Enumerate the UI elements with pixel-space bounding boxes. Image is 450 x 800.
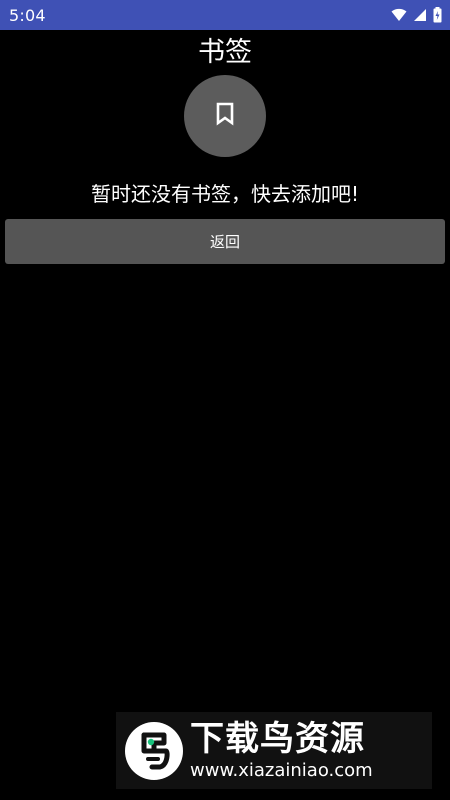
status-icons <box>391 7 442 23</box>
screen: 5:04 书签 暂时还没有书签，快去添加吧! 返回 下载鸟资源 www.xiaz… <box>0 0 450 800</box>
watermark-text: 下载鸟资源 www.xiazainiao.com <box>190 720 373 782</box>
signal-icon <box>413 8 427 22</box>
status-bar: 5:04 <box>0 0 450 30</box>
bookmark-avatar <box>184 75 266 157</box>
page-title: 书签 <box>198 37 252 68</box>
watermark-title: 下载鸟资源 <box>190 718 365 759</box>
battery-icon <box>433 7 442 23</box>
bookmark-icon <box>215 102 235 130</box>
status-time: 5:04 <box>9 5 46 25</box>
bird-logo-icon <box>124 721 184 781</box>
watermark-url: www.xiazainiao.com <box>190 759 373 781</box>
empty-state-message: 暂时还没有书签，快去添加吧! <box>90 182 360 206</box>
wifi-icon <box>391 8 407 22</box>
back-button[interactable]: 返回 <box>5 219 445 264</box>
watermark: 下载鸟资源 www.xiazainiao.com <box>116 712 432 789</box>
